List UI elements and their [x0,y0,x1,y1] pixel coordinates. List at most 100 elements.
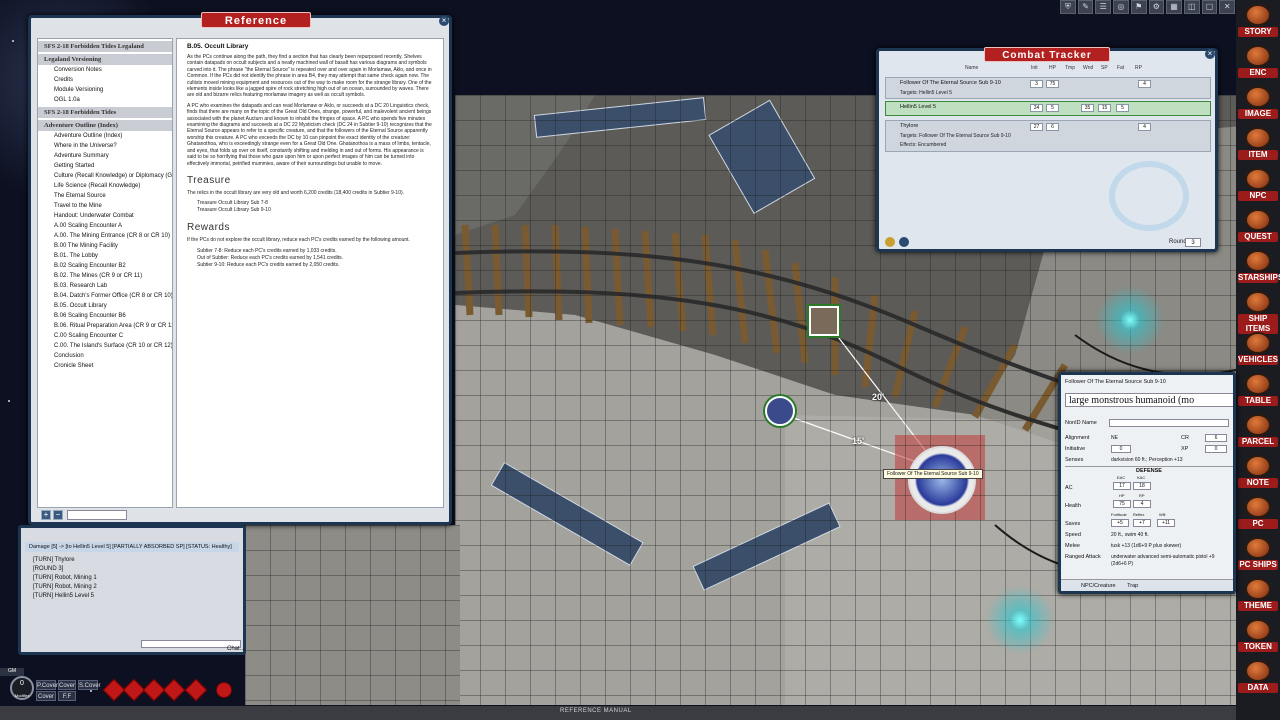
battle-map-lower-left[interactable] [245,525,460,705]
sidebar-button-starships[interactable]: STARSHIPS [1238,250,1280,286]
index-item[interactable]: OGL 1.0a [38,95,172,105]
index-group-header[interactable]: Adventure Outline (Index) [38,120,172,131]
sidebar-button-parcel[interactable]: PARCEL [1238,414,1278,450]
reference-index[interactable]: SFS 2-18 Forbidden Tides Legaland Legalan… [37,38,173,508]
fort-field[interactable]: +5 [1111,519,1129,527]
tab-npc-creature[interactable]: NPC/Creature [1081,583,1116,589]
hp-field[interactable]: 75 [1046,80,1059,88]
hotkey[interactable]: F.F [58,691,76,701]
die-d100[interactable] [212,678,236,702]
link-treasure[interactable]: Treasure Occult Library Sub 9-10 [187,207,433,214]
index-item[interactable]: B.01. The Lobby [38,251,172,261]
index-item[interactable]: A.00 Scaling Encounter A [38,221,172,231]
rp-field[interactable]: 4 [1133,500,1151,508]
index-item[interactable]: B.03. Research Lab [38,281,172,291]
fat-field[interactable]: 5 [1116,104,1129,112]
kac-field[interactable]: 18 [1133,482,1151,490]
die-d20[interactable] [184,678,208,702]
sidebar-button-ship-items[interactable]: SHIP ITEMS [1238,291,1278,334]
modifier-box[interactable]: 0 Modifier [10,676,34,700]
sp-field[interactable]: 15 [1098,104,1111,112]
rp-field[interactable]: 4 [1138,80,1151,88]
toolbar-button[interactable]: ☰ [1095,0,1112,14]
ref-field[interactable]: +7 [1133,519,1151,527]
npc-sheet-window[interactable]: Follower Of The Eternal Source Sub 9-10 … [1058,372,1236,594]
filter-icon[interactable] [899,237,909,247]
hp-field[interactable]: 6 [1046,123,1059,131]
toolbar-button[interactable]: ◎ [1113,0,1129,14]
index-item[interactable]: Adventure Summary [38,151,172,161]
index-group-header[interactable]: SFS 2-18 Forbidden Tides Legaland [38,41,172,52]
index-item[interactable]: B.00 The Mining Facility [38,241,172,251]
index-item[interactable]: A.00. The Mining Entrance (CR 8 or CR 10… [38,231,172,241]
tracker-row-active[interactable]: Hellin5 Level 5 34 5 35 15 5 [885,101,1211,116]
index-item[interactable]: Credits [38,75,172,85]
index-item[interactable]: C.00. The Island's Surface (CR 10 or CR … [38,341,172,351]
xp-field[interactable]: 0 [1205,445,1227,453]
die-d10[interactable] [162,678,186,702]
sidebar-button-token[interactable]: TOKEN [1238,619,1278,655]
toolbar-button[interactable]: ✎ [1077,0,1094,14]
index-item[interactable]: B.05. Occult Library [38,301,172,311]
toolbar-button[interactable]: ⚙ [1148,0,1165,14]
chat-input[interactable] [141,640,241,648]
close-icon[interactable]: × [439,16,449,26]
index-item[interactable]: B.06. Ritual Preparation Area (CR 9 or C… [38,321,172,331]
index-item[interactable]: Cronicle Sheet [38,361,172,371]
index-item[interactable]: B.02 Scaling Encounter B2 [38,261,172,271]
sidebar-button-vehicles[interactable]: VEHICLES [1238,332,1278,368]
index-item[interactable]: Culture (Recall Knowledge) or Diplomacy … [38,171,172,181]
init-field[interactable]: 34 [1030,104,1043,112]
sidebar-button-story[interactable]: STORY [1238,4,1278,40]
remove-icon[interactable]: − [53,510,63,520]
toolbar-button[interactable]: ⚑ [1130,0,1147,14]
tab-trap[interactable]: Trap [1127,583,1138,589]
index-item[interactable]: Where in the Universe? [38,141,172,151]
sidebar-button-table[interactable]: TABLE [1238,373,1278,409]
toolbar-button[interactable]: ▢ [1201,0,1218,14]
combat-tracker-window[interactable]: Combat Tracker × Name Init HP Tmp Wnd SP… [876,47,1218,252]
hotkey[interactable]: P.Cover [36,680,58,690]
hp-field[interactable]: 75 [1113,500,1131,508]
search-input[interactable] [67,510,127,520]
hp-field[interactable]: 5 [1046,104,1059,112]
toolbar-button[interactable]: ◫ [1183,0,1200,14]
sidebar-button-data[interactable]: DATA [1238,660,1278,696]
eac-field[interactable]: 17 [1113,482,1131,490]
nonid-field[interactable] [1109,419,1229,427]
sidebar-button-item[interactable]: ITEM [1238,127,1278,163]
will-field[interactable]: +11 [1157,519,1175,527]
initiative-field[interactable]: 0 [1111,445,1131,453]
init-field[interactable]: 27 [1030,123,1043,131]
sidebar-button-enc[interactable]: ENC [1238,45,1278,81]
index-item[interactable]: Module Versioning [38,85,172,95]
index-item[interactable]: Conclusion [38,351,172,361]
chat-window[interactable]: Damage [5] -> [to Hellin5 Level 5] [PART… [18,525,246,655]
reference-window[interactable]: Reference × SFS 2-18 Forbidden Tides Leg… [28,12,452,525]
sidebar-button-quest[interactable]: QUEST [1238,209,1278,245]
cr-field[interactable]: 6 [1205,434,1227,442]
index-item[interactable]: Travel to the Mine [38,201,172,211]
hotkey[interactable]: S.Cover [78,680,101,690]
link-treasure[interactable]: Treasure Occult Library Sub 7-8 [187,200,433,207]
token-robot[interactable] [809,306,839,336]
toolbar-button[interactable]: ▦ [1166,0,1182,14]
token-enemy-follower[interactable] [908,446,976,514]
sidebar-button-pc-ships[interactable]: PC SHIPS [1238,537,1278,573]
index-item[interactable]: C.00 Scaling Encounter C [38,331,172,341]
index-item[interactable]: Handout: Underwater Combat [38,211,172,221]
sidebar-button-theme[interactable]: THEME [1238,578,1278,614]
sidebar-button-note[interactable]: NOTE [1238,455,1278,491]
index-item[interactable]: The Eternal Source [38,191,172,201]
index-item[interactable]: B.06 Scaling Encounter B6 [38,311,172,321]
round-field[interactable]: 3 [1185,238,1201,247]
index-item[interactable]: Conversion Notes [38,65,172,75]
index-item[interactable]: B.04. Datch's Former Office (CR 8 or CR … [38,291,172,301]
index-group-header[interactable]: SFS 2-18 Forbidden Tides [38,107,172,118]
menu-icon[interactable] [885,237,895,247]
close-icon[interactable]: × [1205,49,1215,59]
hotkey[interactable]: Cover [58,680,76,690]
npc-type-field[interactable]: large monstrous humanoid (mo [1065,393,1233,407]
index-group-header[interactable]: Legaland Versioning [38,54,172,65]
index-item[interactable]: Life Science (Recall Knowledge) [38,181,172,191]
